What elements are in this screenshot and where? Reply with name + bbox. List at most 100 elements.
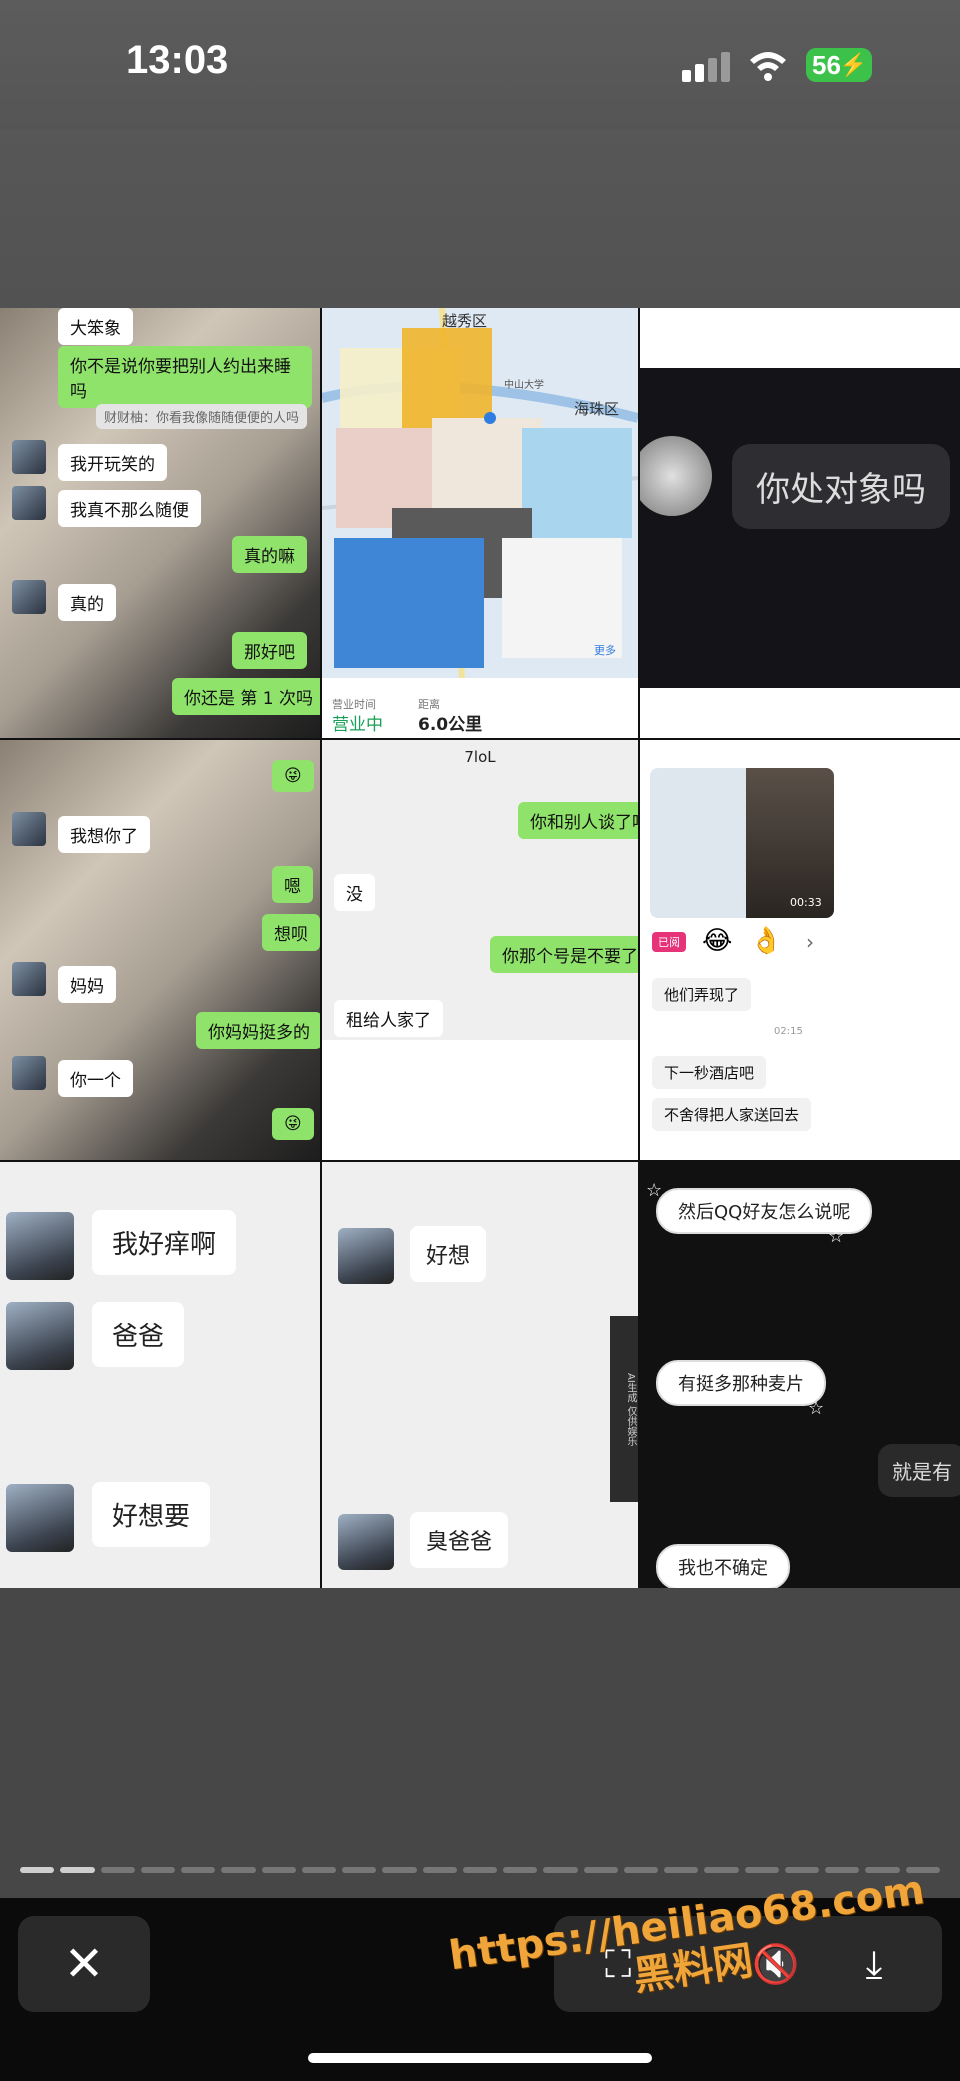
star-icon: ☆ bbox=[646, 1180, 663, 1201]
read-badge: 已阅 bbox=[652, 932, 686, 952]
chat-bubble: 有挺多那种麦片 bbox=[656, 1360, 826, 1406]
chat-bubble: 就是有 bbox=[878, 1444, 960, 1497]
progress-segment bbox=[221, 1867, 256, 1873]
avatar bbox=[12, 580, 46, 614]
chat-bubble: 我想你了 bbox=[58, 816, 150, 853]
progress-segment bbox=[60, 1867, 95, 1873]
chat-screenshot-9: 然后QQ好友怎么说呢 有挺多那种麦片 就是有 我也不确定 ☆ ☆ ☆ ☆ bbox=[640, 1162, 960, 1588]
chat-bubble: 你和别人谈了吗 bbox=[518, 802, 638, 839]
chat-bubble: 租给人家了 bbox=[334, 1000, 443, 1037]
chat-bubble: 我真不那么随便 bbox=[58, 490, 201, 527]
progress-segment bbox=[100, 1867, 135, 1873]
close-icon: ✕ bbox=[63, 1936, 105, 1992]
ai-disclaimer-label: AI生成 仅供娱乐 bbox=[610, 1316, 638, 1502]
chat-bubble: 没 bbox=[334, 874, 375, 911]
hours-value: 营业中 bbox=[332, 715, 383, 735]
chevron-right-icon: › bbox=[806, 930, 814, 954]
emoji-bubble: 😜 bbox=[272, 1108, 314, 1140]
progress-segment bbox=[583, 1867, 618, 1873]
chat-bubble: 爸爸 bbox=[92, 1302, 185, 1367]
laughing-emoji-icon: 😂 bbox=[702, 926, 733, 956]
progress-segment bbox=[623, 1867, 659, 1873]
status-time: 13:03 bbox=[126, 38, 229, 82]
battery-level: 56 bbox=[812, 50, 841, 80]
chat-screenshot-4: 😜 我想你了 嗯 想呗 妈妈 你妈妈挺多的 你一个 😜 bbox=[0, 740, 320, 1160]
avatar bbox=[338, 1514, 394, 1570]
progress-segment bbox=[664, 1867, 699, 1873]
chat-title: 7loL bbox=[464, 748, 496, 766]
chat-bubble: 那好吧 bbox=[232, 632, 307, 669]
quote-bubble: 财财柚：你看我像随随便便的人吗 bbox=[96, 404, 308, 429]
chat-bubble: 你不是说你要把别人约出来睡吗 bbox=[58, 346, 312, 408]
wifi-icon bbox=[750, 52, 786, 81]
chat-screenshot-3: 你处对象吗 bbox=[640, 308, 960, 738]
progress-segment bbox=[825, 1867, 860, 1873]
chat-screenshot-7: 我好痒啊 爸爸 好想要 bbox=[0, 1162, 320, 1588]
charging-bolt-icon: ⚡ bbox=[839, 52, 867, 77]
home-indicator[interactable] bbox=[308, 2053, 652, 2063]
viewer-background bbox=[0, 1588, 960, 1898]
chat-screenshot-8: 好想 AI生成 仅供娱乐 臭爸爸 bbox=[322, 1162, 638, 1588]
chat-bubble: 想呗 bbox=[262, 914, 320, 951]
progress-segment bbox=[301, 1867, 337, 1873]
chat-bubble: 你还是 第 1 次吗 bbox=[172, 678, 320, 715]
progress-segment bbox=[140, 1867, 176, 1873]
emoji-bubble: 😜 bbox=[272, 760, 314, 792]
avatar bbox=[12, 1056, 46, 1090]
avatar bbox=[6, 1212, 74, 1280]
chat-timestamp: 02:15 bbox=[774, 1026, 803, 1037]
progress-segment bbox=[462, 1867, 498, 1873]
chat-bubble: 不舍得把人家送回去 bbox=[652, 1098, 812, 1131]
avatar bbox=[12, 440, 46, 474]
progress-segment bbox=[382, 1867, 417, 1873]
close-button[interactable]: ✕ bbox=[18, 1916, 150, 2012]
map-label: 中山大学 bbox=[504, 380, 544, 391]
hand-emoji-icon: 👌 bbox=[750, 926, 783, 956]
progress-segment bbox=[20, 1867, 55, 1873]
map-label: 越秀区 bbox=[442, 312, 488, 330]
progress-segment bbox=[543, 1867, 578, 1873]
map-screenshot: 越秀区 海珠区 中山大学 更多 营业时间 营业中 距离 6.0公里 bbox=[322, 308, 638, 738]
chat-bubble: 你处对象吗 bbox=[732, 444, 950, 529]
chat-bubble: 妈妈 bbox=[58, 966, 116, 1003]
chat-screenshot-1: 大笨象 你不是说你要把别人约出来睡吗 财财柚：你看我像随随便便的人吗 我开玩笑的… bbox=[0, 308, 320, 738]
chat-bubble: 真的嘛 bbox=[232, 536, 307, 573]
avatar bbox=[12, 486, 46, 520]
avatar bbox=[338, 1228, 394, 1284]
chat-bubble: 他们弄现了 bbox=[652, 978, 752, 1011]
distance-value: 6.0公里 bbox=[418, 715, 483, 735]
progress-segment bbox=[503, 1867, 538, 1873]
battery-indicator: 56 ⚡ bbox=[806, 48, 872, 82]
chat-bubble: 好想要 bbox=[92, 1482, 211, 1547]
chat-bubble: 臭爸爸 bbox=[410, 1512, 509, 1568]
chat-screenshot-5: 7loL 你和别人谈了吗 没 你那个号是不要了吗 租给人家了 bbox=[322, 740, 638, 1160]
map-thumbnail bbox=[650, 768, 746, 918]
collage-image: 大笨象 你不是说你要把别人约出来睡吗 财财柚：你看我像随随便便的人吗 我开玩笑的… bbox=[0, 308, 960, 1588]
map-label: 海珠区 bbox=[574, 400, 620, 418]
progress-segment bbox=[744, 1867, 779, 1873]
chat-bubble: 好想 bbox=[410, 1226, 487, 1282]
video-duration: 00:33 bbox=[790, 896, 822, 909]
progress-segment bbox=[784, 1867, 820, 1873]
map-more-link: 更多 bbox=[594, 644, 616, 657]
progress-segment bbox=[422, 1867, 457, 1873]
chat-bubble: 你妈妈挺多的 bbox=[196, 1012, 320, 1049]
chat-screenshot-6: 00:33 已阅 😂 👌 › 他们弄现了 02:15 下一秒酒店吧 不舍得把人家… bbox=[640, 740, 960, 1160]
chat-bubble: 真的 bbox=[58, 584, 116, 621]
chat-bubble: 下一秒酒店吧 bbox=[652, 1056, 767, 1089]
chat-bubble: 你那个号是不要了吗 bbox=[490, 936, 638, 973]
star-icon: ☆ bbox=[808, 1398, 825, 1419]
chat-bubble: 嗯 bbox=[272, 866, 313, 903]
chat-bubble: 大笨象 bbox=[58, 308, 133, 345]
star-icon: ☆ bbox=[828, 1226, 845, 1247]
avatar bbox=[12, 962, 46, 996]
avatar bbox=[6, 1302, 74, 1370]
progress-segment bbox=[261, 1867, 296, 1873]
chat-bubble: 我也不确定 bbox=[656, 1544, 790, 1588]
avatar bbox=[6, 1484, 74, 1552]
top-spacer bbox=[0, 130, 960, 308]
chat-bubble: 我开玩笑的 bbox=[58, 444, 167, 481]
progress-segment bbox=[181, 1867, 216, 1873]
blank-area bbox=[322, 1040, 638, 1160]
progress-segment bbox=[704, 1867, 739, 1873]
